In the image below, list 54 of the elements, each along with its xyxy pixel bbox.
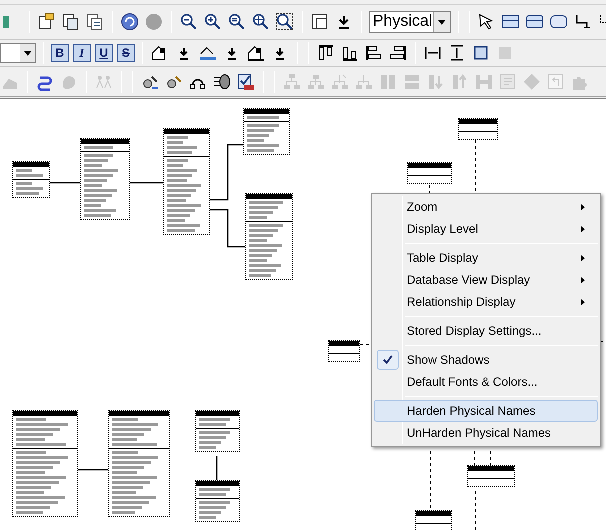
menu-item[interactable]: UnHarden Physical Names xyxy=(374,422,598,444)
menu-item[interactable]: Relationship Display xyxy=(374,291,598,313)
folder-page-icon[interactable] xyxy=(37,12,57,32)
align-top-icon[interactable] xyxy=(316,43,336,63)
relationship-line xyxy=(78,469,108,471)
zoom-area-icon[interactable] xyxy=(275,12,295,32)
format-button[interactable]: S xyxy=(117,44,135,62)
menu-item[interactable]: Show Shadows xyxy=(374,349,598,371)
entity-table-drawing[interactable] xyxy=(245,193,293,280)
format-button[interactable]: U xyxy=(95,44,113,62)
relationship-line xyxy=(210,144,243,201)
entity-table-drawing[interactable] xyxy=(407,162,452,184)
pages-icon[interactable] xyxy=(85,12,105,32)
menu-item[interactable]: Harden Physical Names xyxy=(374,400,598,422)
align-right-icon[interactable] xyxy=(388,43,408,63)
dashed-relationship-line xyxy=(490,450,492,466)
entity-table-drawing[interactable] xyxy=(12,410,78,517)
zoom-out-icon[interactable] xyxy=(179,12,199,32)
entity-table-drawing[interactable] xyxy=(195,480,240,522)
font-dropdown[interactable] xyxy=(0,43,36,63)
relationship-line xyxy=(50,182,80,184)
relationship-line xyxy=(130,182,163,184)
format-button[interactable]: I xyxy=(73,44,91,62)
relationship-line xyxy=(216,456,218,480)
dropdown-value: Physical xyxy=(372,12,433,32)
menu-item[interactable]: Table Display xyxy=(374,247,598,269)
entity-table-drawing[interactable] xyxy=(467,465,515,487)
layout-icon[interactable] xyxy=(310,12,330,32)
zoom-fit-icon[interactable] xyxy=(251,12,271,32)
entity-table-drawing[interactable] xyxy=(458,118,498,140)
menu-item[interactable]: Stored Display Settings... xyxy=(374,320,598,342)
entity-table-drawing[interactable] xyxy=(80,138,130,220)
database-icon[interactable] xyxy=(212,72,232,92)
undo-icon[interactable] xyxy=(120,12,140,32)
zoom-icon[interactable] xyxy=(227,12,247,32)
zoom-in-icon[interactable] xyxy=(203,12,223,32)
entity-table-drawing[interactable] xyxy=(12,161,50,198)
menu-item[interactable]: Database View Display xyxy=(374,269,598,291)
checklist-icon[interactable] xyxy=(236,72,256,92)
align-left-icon[interactable] xyxy=(364,43,384,63)
menu-item[interactable]: Display Level xyxy=(374,218,598,240)
pages-icon[interactable] xyxy=(61,12,81,32)
menu-item[interactable]: Zoom xyxy=(374,196,598,218)
format-button[interactable]: B xyxy=(51,44,69,62)
entity-table-drawing[interactable] xyxy=(195,410,240,452)
entity-table-drawing[interactable] xyxy=(163,128,210,235)
relationship-line xyxy=(210,209,245,248)
model-view-dropdown[interactable]: Physical xyxy=(369,11,451,33)
menu-item[interactable]: Default Fonts & Colors... xyxy=(374,371,598,393)
entity-table-drawing[interactable] xyxy=(108,410,170,517)
entity-table-drawing[interactable] xyxy=(328,340,360,362)
entity-table-drawing[interactable] xyxy=(415,510,452,530)
entity-table-drawing[interactable] xyxy=(243,108,290,155)
dashed-relationship-line xyxy=(474,450,476,466)
